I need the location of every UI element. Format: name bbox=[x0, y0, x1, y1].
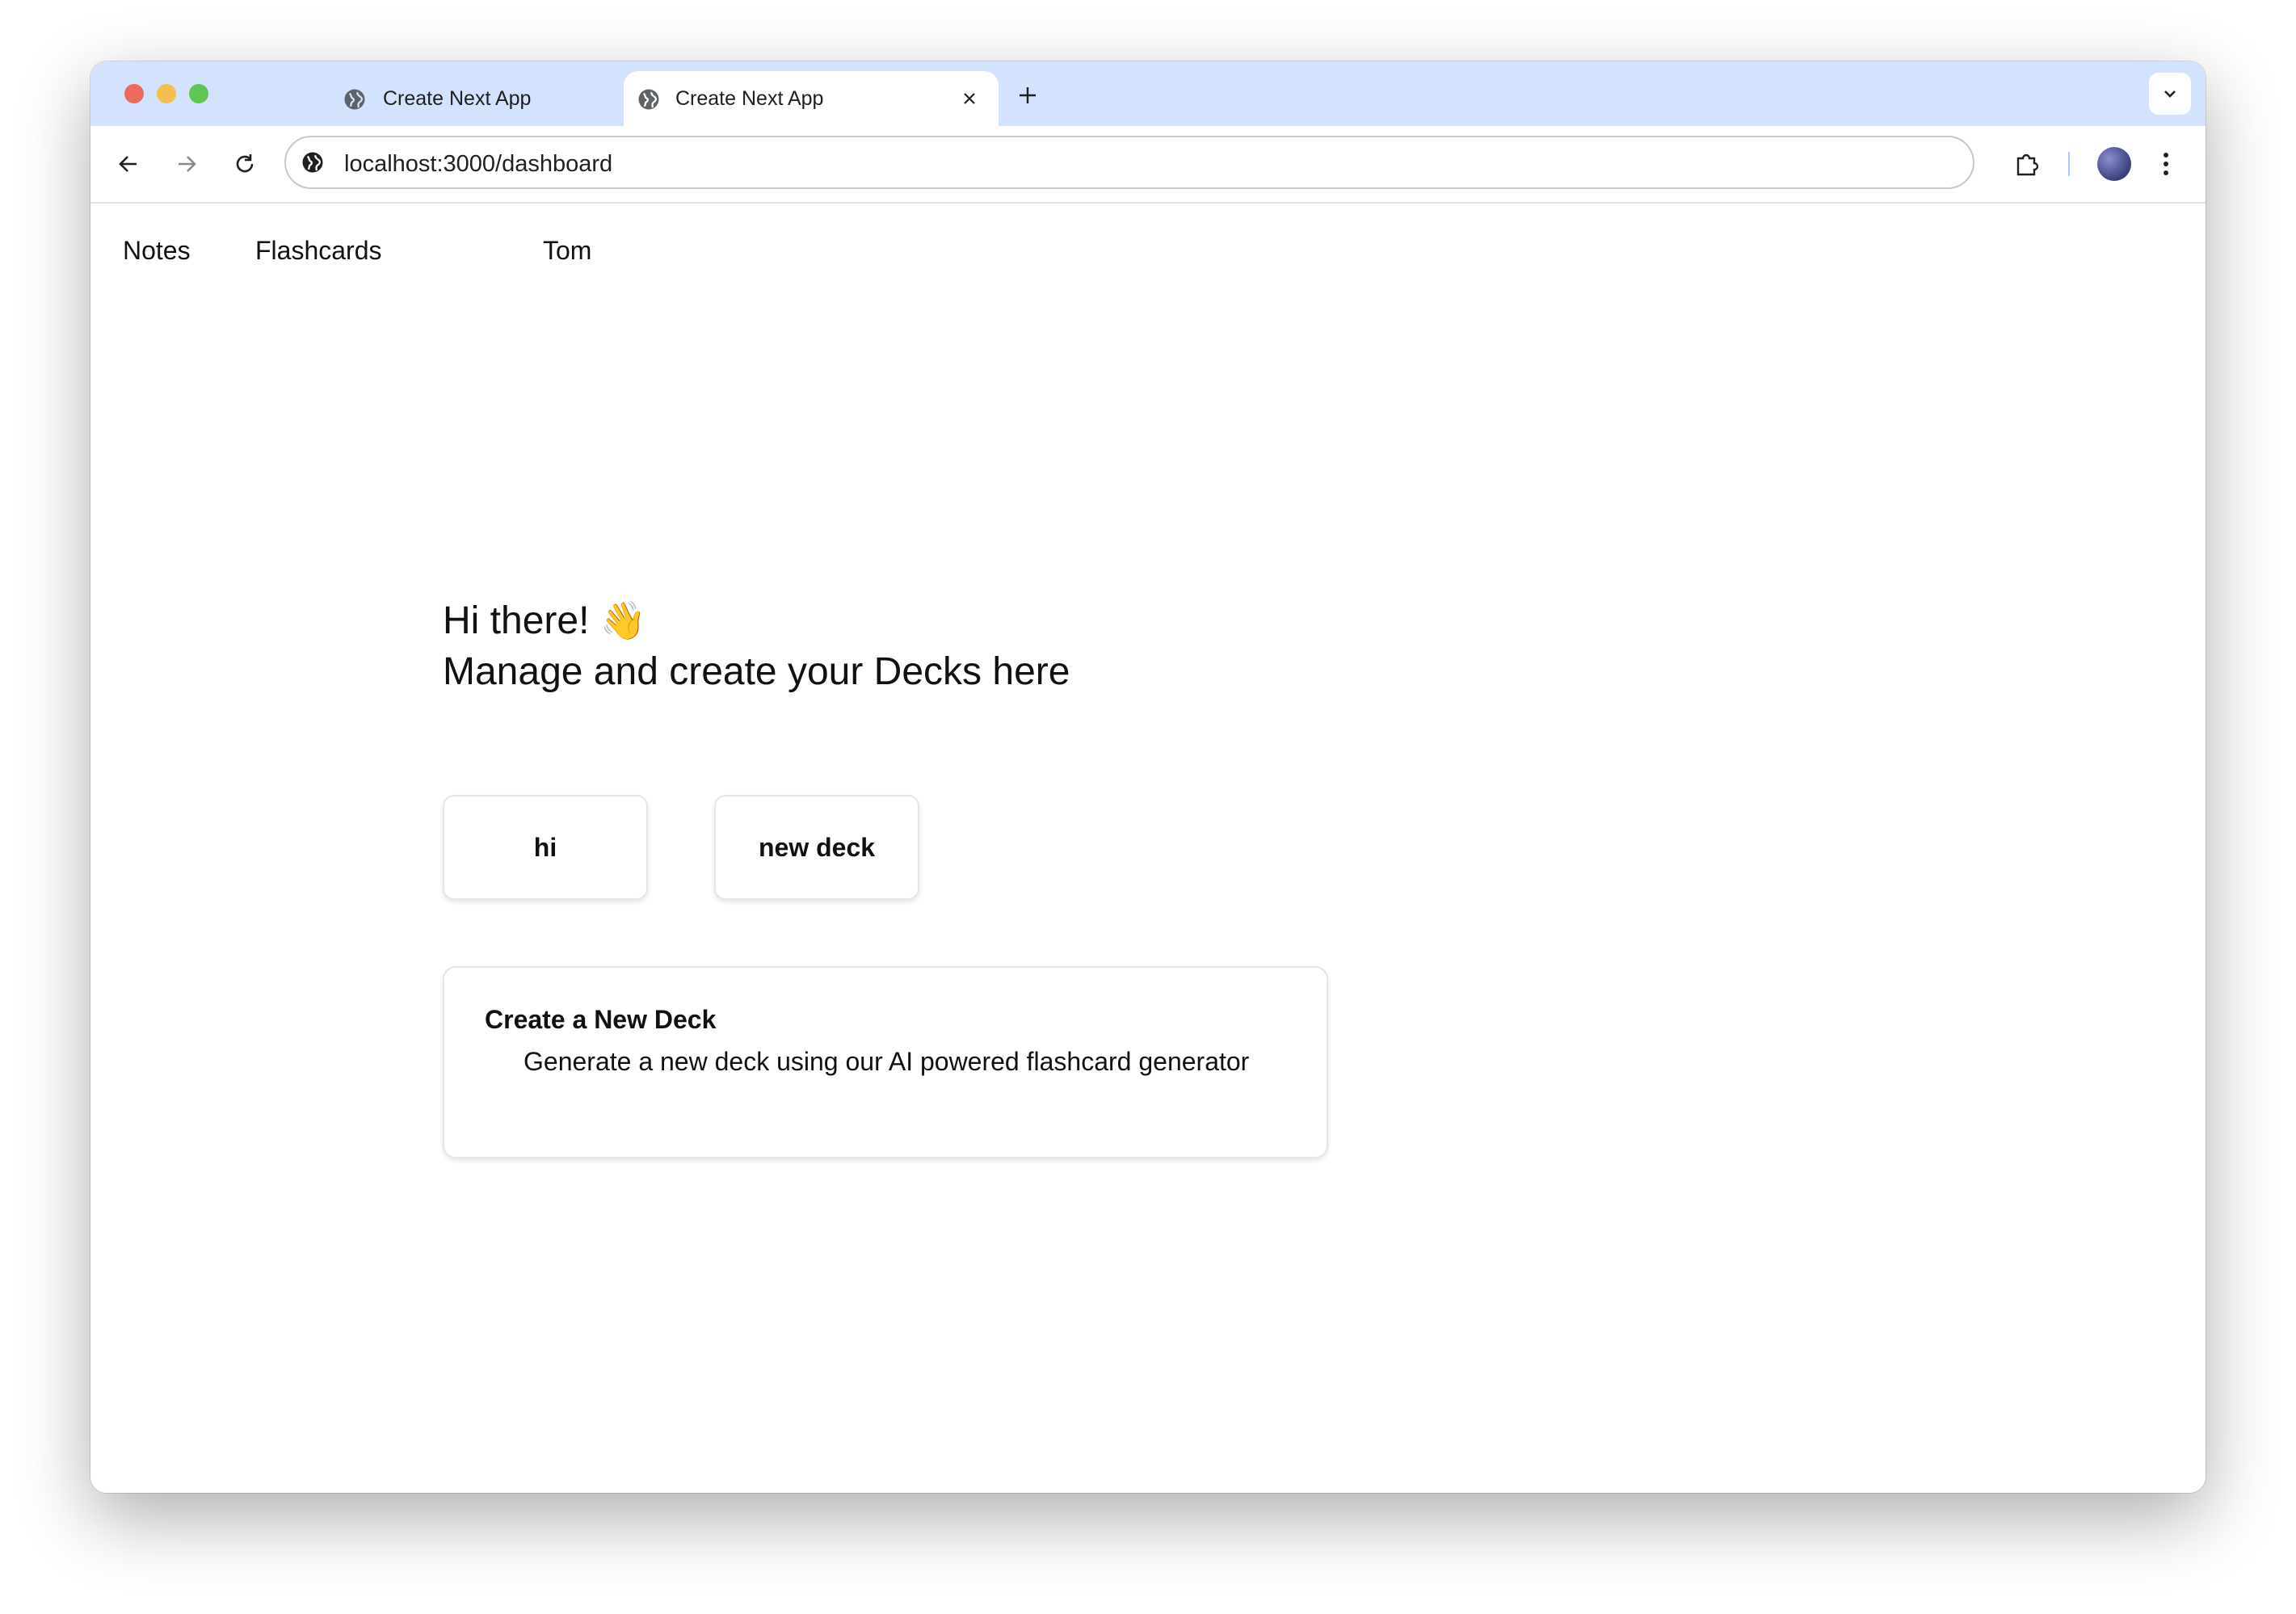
nav-user-name[interactable]: Tom bbox=[543, 236, 591, 266]
avatar[interactable] bbox=[2097, 147, 2131, 181]
maximize-window-button[interactable] bbox=[189, 84, 208, 103]
browser-toolbar: localhost:3000/dashboard bbox=[90, 126, 2206, 204]
plus-icon[interactable] bbox=[1011, 79, 1044, 111]
close-window-button[interactable] bbox=[124, 84, 144, 103]
page-content: Notes Flashcards Tom Hi there! 👋 Manage … bbox=[90, 204, 2206, 1493]
close-icon[interactable] bbox=[957, 86, 982, 111]
chevron-down-icon[interactable] bbox=[2149, 73, 2191, 115]
create-deck-card[interactable]: Create a New Deck Generate a new deck us… bbox=[443, 966, 1328, 1158]
greeting-heading: Hi there! 👋 bbox=[443, 595, 646, 647]
deck-card[interactable]: new deck bbox=[714, 795, 919, 900]
waving-hand-icon: 👋 bbox=[599, 599, 647, 641]
create-deck-title: Create a New Deck bbox=[485, 1005, 717, 1034]
create-deck-description: Generate a new deck using our AI powered… bbox=[524, 1047, 1250, 1076]
greeting-text: Hi there! bbox=[443, 599, 590, 642]
page-subtitle: Manage and create your Decks here bbox=[443, 650, 1070, 693]
tab-title: Create Next App bbox=[675, 86, 824, 110]
globe-icon bbox=[637, 87, 661, 111]
nav-link-flashcards[interactable]: Flashcards bbox=[255, 236, 382, 266]
browser-window: Create Next App Create Next App localhos… bbox=[90, 61, 2206, 1493]
tab-strip: Create Next App Create Next App bbox=[90, 61, 2206, 126]
arrow-right-icon[interactable] bbox=[170, 147, 204, 181]
url-text: localhost:3000/dashboard bbox=[344, 151, 613, 177]
puzzle-icon[interactable] bbox=[2008, 145, 2046, 183]
reload-icon[interactable] bbox=[228, 147, 262, 181]
toolbar-divider bbox=[2068, 152, 2070, 176]
tab-title: Create Next App bbox=[383, 86, 532, 110]
deck-card[interactable]: hi bbox=[443, 795, 648, 900]
globe-icon bbox=[343, 87, 367, 111]
arrow-left-icon[interactable] bbox=[111, 147, 145, 181]
minimize-window-button[interactable] bbox=[157, 84, 176, 103]
browser-tab-2[interactable]: Create Next App bbox=[624, 71, 999, 126]
globe-icon[interactable] bbox=[301, 150, 325, 174]
nav-link-notes[interactable]: Notes bbox=[123, 236, 191, 266]
address-bar[interactable]: localhost:3000/dashboard bbox=[284, 136, 1974, 189]
kebab-menu-icon[interactable] bbox=[2149, 147, 2183, 181]
